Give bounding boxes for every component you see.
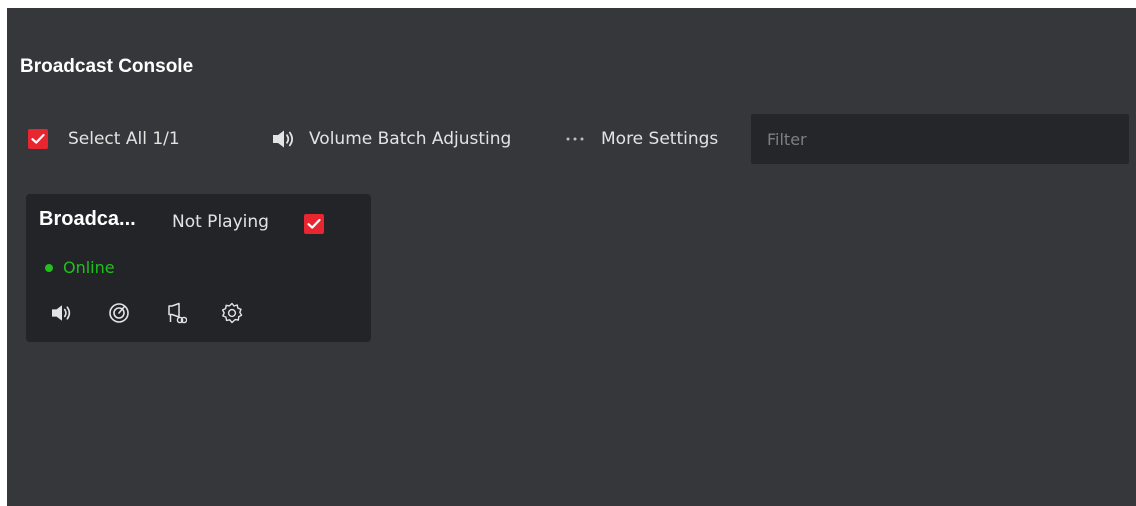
speaker-icon — [271, 128, 297, 150]
device-name: Broadca... — [39, 208, 136, 230]
more-settings-label: More Settings — [601, 129, 719, 149]
speaker-icon[interactable] — [50, 301, 74, 325]
checkmark-icon — [307, 218, 321, 229]
gauge-icon[interactable] — [107, 301, 131, 325]
broadcast-audio-icon[interactable] — [164, 301, 188, 325]
device-card[interactable]: Broadca... Not Playing Online — [26, 194, 371, 342]
broadcast-console-panel: Broadcast Console Select All 1/1 Volume … — [7, 8, 1136, 506]
select-all-toggle[interactable]: Select All 1/1 — [28, 127, 180, 151]
playback-state: Not Playing — [172, 212, 269, 232]
more-settings-button[interactable]: More Settings — [565, 127, 718, 151]
filter-input[interactable] — [751, 114, 1129, 164]
checkmark-icon — [31, 133, 45, 144]
device-select-checkbox[interactable] — [304, 214, 324, 234]
status-badge: Online — [45, 258, 115, 277]
gear-icon[interactable] — [220, 301, 244, 325]
online-dot-icon — [45, 263, 53, 272]
status-text: Online — [63, 258, 115, 277]
volume-batch-label: Volume Batch Adjusting — [309, 129, 512, 149]
select-all-checkbox[interactable] — [28, 129, 48, 149]
select-all-label: Select All 1/1 — [68, 129, 180, 149]
page-title: Broadcast Console — [20, 56, 194, 77]
volume-batch-adjusting-button[interactable]: Volume Batch Adjusting — [271, 127, 511, 151]
ellipsis-icon — [565, 136, 585, 142]
